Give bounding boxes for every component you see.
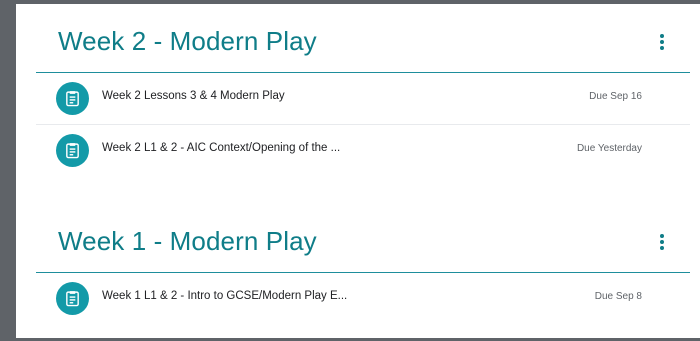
section-title: Week 1 - Modern Play	[58, 226, 317, 256]
section-header: Week 2 - Modern Play	[36, 14, 690, 73]
topic-section-week-1: Week 1 - Modern Play Week 1 L1 & 2 - Int…	[36, 214, 690, 324]
topic-section-week-2: Week 2 - Modern Play Week 2 Lessons 3 & …	[36, 14, 690, 176]
assignment-title[interactable]: Week 2 L1 & 2 - AIC Context/Opening of t…	[102, 142, 462, 154]
assignment-icon	[56, 82, 89, 115]
more-options-icon[interactable]	[654, 234, 670, 252]
assignment-item[interactable]: Week 1 L1 & 2 - Intro to GCSE/Modern Pla…	[36, 273, 690, 324]
more-options-icon[interactable]	[654, 34, 670, 52]
due-date: Due Sep 16	[589, 91, 642, 102]
assignment-item[interactable]: Week 2 L1 & 2 - AIC Context/Opening of t…	[36, 125, 690, 176]
due-date: Due Sep 8	[594, 291, 642, 302]
section-header: Week 1 - Modern Play	[36, 214, 690, 273]
assignment-item[interactable]: Week 2 Lessons 3 & 4 Modern Play Due Sep…	[36, 73, 690, 125]
assignment-title[interactable]: Week 1 L1 & 2 - Intro to GCSE/Modern Pla…	[102, 290, 462, 302]
assignment-icon	[56, 282, 89, 315]
assignment-title[interactable]: Week 2 Lessons 3 & 4 Modern Play	[102, 90, 462, 102]
section-title: Week 2 - Modern Play	[58, 26, 317, 56]
due-date: Due Yesterday	[576, 143, 642, 154]
assignment-icon	[56, 134, 89, 167]
